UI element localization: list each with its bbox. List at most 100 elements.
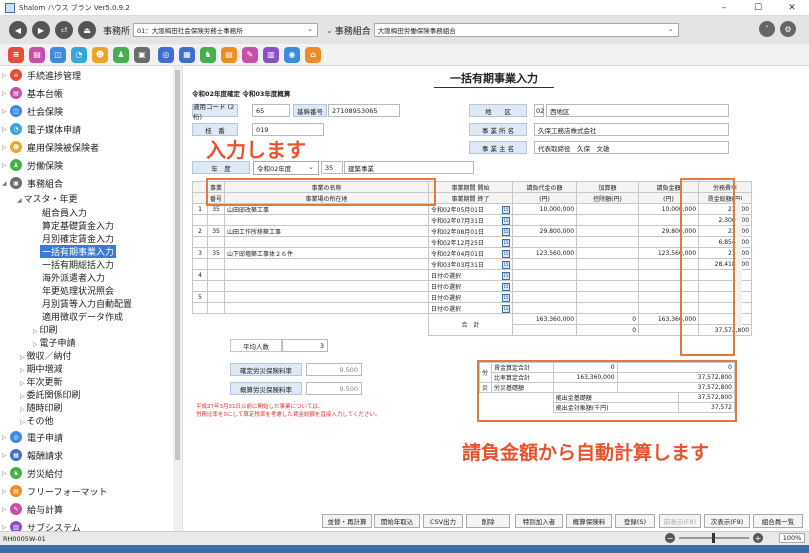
sidebar-lower-item[interactable]: ▷ 委託関係印刷 xyxy=(20,388,81,401)
back-nav-icon[interactable]: ◀ xyxy=(9,21,27,39)
sidebar-sub-item[interactable]: 月別確定賃金入力 xyxy=(42,232,114,245)
scrollbar-thumb[interactable] xyxy=(175,70,180,460)
estimate-rate-field[interactable]: 9.500 xyxy=(306,382,362,395)
sidebar-lower-item[interactable]: ▷ 徴収／納付 xyxy=(20,349,72,362)
app-code-field[interactable]: 65 xyxy=(252,104,290,117)
labor-insurance-icon[interactable]: ♟ xyxy=(113,46,129,63)
row-add[interactable] xyxy=(576,225,640,237)
fee-request-icon[interactable]: ▦ xyxy=(179,46,195,63)
table-row[interactable]: 2 35 山田工作所移築工事 令和02年08月01日 15 29,800,000 … xyxy=(192,225,753,237)
row-code[interactable] xyxy=(206,291,226,303)
office-select[interactable]: 01：大阪梅田社会保険労務士事務所 ⌄ xyxy=(133,23,319,37)
sidebar-lower-item[interactable]: ▷ その他 xyxy=(20,414,54,427)
row-start[interactable]: 日付の選択 15 xyxy=(428,291,514,303)
owner-field[interactable]: 代表取締役 久保 文雄 xyxy=(534,141,729,154)
table-row[interactable]: 令和02年07月31日 15 2,300,000 xyxy=(192,214,753,226)
e-apply-icon[interactable]: ◎ xyxy=(158,46,174,63)
forward-nav-icon[interactable]: ▶ xyxy=(32,21,50,39)
row-code[interactable]: 35 xyxy=(206,247,226,259)
row-contract[interactable] xyxy=(512,269,578,281)
row-add[interactable] xyxy=(576,203,640,215)
sidebar-item-union[interactable]: ◢ ▣ 事務組合 xyxy=(2,176,63,190)
year-name-field[interactable]: 建築事業 xyxy=(344,161,474,174)
row-start[interactable]: 令和02年05月01日 15 xyxy=(428,203,514,215)
row-name[interactable] xyxy=(224,269,430,281)
row-name[interactable]: 山下邸増築工事体２６件 xyxy=(224,247,430,259)
row-name[interactable]: 山田工作所移築工事 xyxy=(224,225,430,237)
sidebar-sub-item[interactable]: 算定基礎賃金入力 xyxy=(42,219,114,232)
calendar-icon[interactable]: 15 xyxy=(502,304,511,313)
sidebar-item-accident[interactable]: ▷ ♞ 労災給付 xyxy=(2,466,63,480)
import-start-button[interactable]: 開始年取込 xyxy=(374,514,420,528)
menu-nav-icon[interactable]: ⏏ xyxy=(78,21,96,39)
year-code-field[interactable]: 35 xyxy=(321,161,343,174)
base-no-field[interactable]: 27108953065 xyxy=(328,104,400,117)
sort-recalc-button[interactable]: 並替・再計算 xyxy=(322,514,372,528)
sidebar-lower-item[interactable]: ▷ 随時印刷 xyxy=(20,401,63,414)
register-button[interactable]: 登録(S) xyxy=(615,514,655,528)
sidebar-sub-item[interactable]: 年更処理状況照会 xyxy=(42,284,114,297)
delete-button[interactable]: 削除 xyxy=(466,514,510,528)
table-row[interactable]: 日付の選択 15 xyxy=(192,302,753,314)
sidebar-item-free-format[interactable]: ▷ ▤ フリーフォーマット xyxy=(2,484,107,498)
estimate-premium-button[interactable]: 概算保険料 xyxy=(566,514,612,528)
row-contract[interactable]: 29,800,000 xyxy=(512,225,578,237)
calendar-icon[interactable]: 15 xyxy=(502,238,511,247)
row-end[interactable]: 日付の選択 15 xyxy=(428,302,514,314)
row-end[interactable]: 令和03年03月31日 15 xyxy=(428,258,514,270)
row-add[interactable] xyxy=(576,247,640,259)
zoom-slider-thumb[interactable] xyxy=(712,533,715,543)
fixed-rate-field[interactable]: 9.500 xyxy=(306,363,362,376)
table-row[interactable]: 令和02年12月25日 15 6,854,000 xyxy=(192,236,753,248)
row-start[interactable]: 令和02年04月01日 15 xyxy=(428,247,514,259)
ledger-icon[interactable]: ▤ xyxy=(29,46,45,63)
calendar-icon[interactable]: 15 xyxy=(502,293,511,302)
sidebar-item-progress[interactable]: ▷ ≡ 手続進捗管理 xyxy=(2,68,81,82)
accident-benefit-icon[interactable]: ♞ xyxy=(200,46,216,63)
sidebar-item-media[interactable]: ▷ ◔ 電子媒体申請 xyxy=(2,122,81,136)
table-row[interactable]: 3 35 山下邸増築工事体２６件 令和02年04月01日 15 123,560,0… xyxy=(192,247,753,259)
sidebar-scrollbar[interactable] xyxy=(173,66,182,531)
row-place[interactable] xyxy=(224,258,430,270)
calendar-icon[interactable]: 15 xyxy=(502,249,511,258)
union-select[interactable]: 大阪梅田労働保険事務組合 ⌄ xyxy=(373,23,679,37)
sidebar-lower-item[interactable]: ▷ 期中増減 xyxy=(20,362,63,375)
row-place[interactable] xyxy=(224,280,430,292)
calendar-icon[interactable]: 15 xyxy=(502,205,511,214)
gear-icon[interactable]: ⚙ xyxy=(780,21,796,37)
table-row[interactable]: 令和03年03月31日 15 28,418,800 xyxy=(192,258,753,270)
sidebar-item-ledger[interactable]: ▷ ▤ 基本台帳 xyxy=(2,86,63,100)
camera-icon[interactable]: ◉ xyxy=(284,46,300,63)
zoom-in-icon[interactable]: + xyxy=(753,533,763,543)
sidebar-sub-item-selected[interactable]: 一括有期事業入力 xyxy=(40,245,117,258)
area-name-field[interactable]: 西地区 xyxy=(546,104,729,117)
special-member-button[interactable]: 特別加入者 xyxy=(515,514,563,528)
zoom-out-icon[interactable]: − xyxy=(665,533,675,543)
sidebar-lower-item[interactable]: ▷ 年次更新 xyxy=(20,375,63,388)
row-name[interactable] xyxy=(224,291,430,303)
sidebar-e-apply[interactable]: ▷ 電子申請 xyxy=(33,336,76,349)
prev-button[interactable]: 前表示(F8) xyxy=(659,514,701,528)
row-code[interactable] xyxy=(206,269,226,281)
sidebar-sub-item[interactable]: 適用徴収データ作成 xyxy=(42,310,123,323)
row-place[interactable] xyxy=(224,214,430,226)
row-contract[interactable] xyxy=(512,291,578,303)
row-code[interactable]: 35 xyxy=(206,225,226,237)
grid-scrollbar[interactable] xyxy=(736,200,742,328)
row-start[interactable]: 令和02年08月01日 15 xyxy=(428,225,514,237)
member-list-button[interactable]: 組合員一覧 xyxy=(753,514,803,528)
company-field[interactable]: 久保工務店株式会社 xyxy=(534,123,729,136)
sidebar-sub-item[interactable]: 海外派遣者入力 xyxy=(42,271,105,284)
progress-icon[interactable]: ≡ xyxy=(8,46,24,63)
row-end[interactable]: 日付の選択 15 xyxy=(428,280,514,292)
sidebar-item-e-apply[interactable]: ▷ ◎ 電子申請 xyxy=(2,430,63,444)
avg-field[interactable]: 3 xyxy=(282,339,328,352)
sidebar-sub-item[interactable]: 一括有期総括入力 xyxy=(42,258,114,271)
sidebar-item-labor[interactable]: ▷ ♟ 労働保険 xyxy=(2,158,63,172)
sidebar-item-employment[interactable]: ▷ ☻ 雇用保険被保険者 xyxy=(2,140,99,154)
row-contract[interactable]: 123,560,000 xyxy=(512,247,578,259)
minimize-button[interactable]: – xyxy=(707,3,741,13)
maximize-button[interactable]: ☐ xyxy=(741,3,775,13)
zoom-level[interactable]: 100% xyxy=(779,533,805,543)
free-format-icon[interactable]: ▤ xyxy=(221,46,237,63)
